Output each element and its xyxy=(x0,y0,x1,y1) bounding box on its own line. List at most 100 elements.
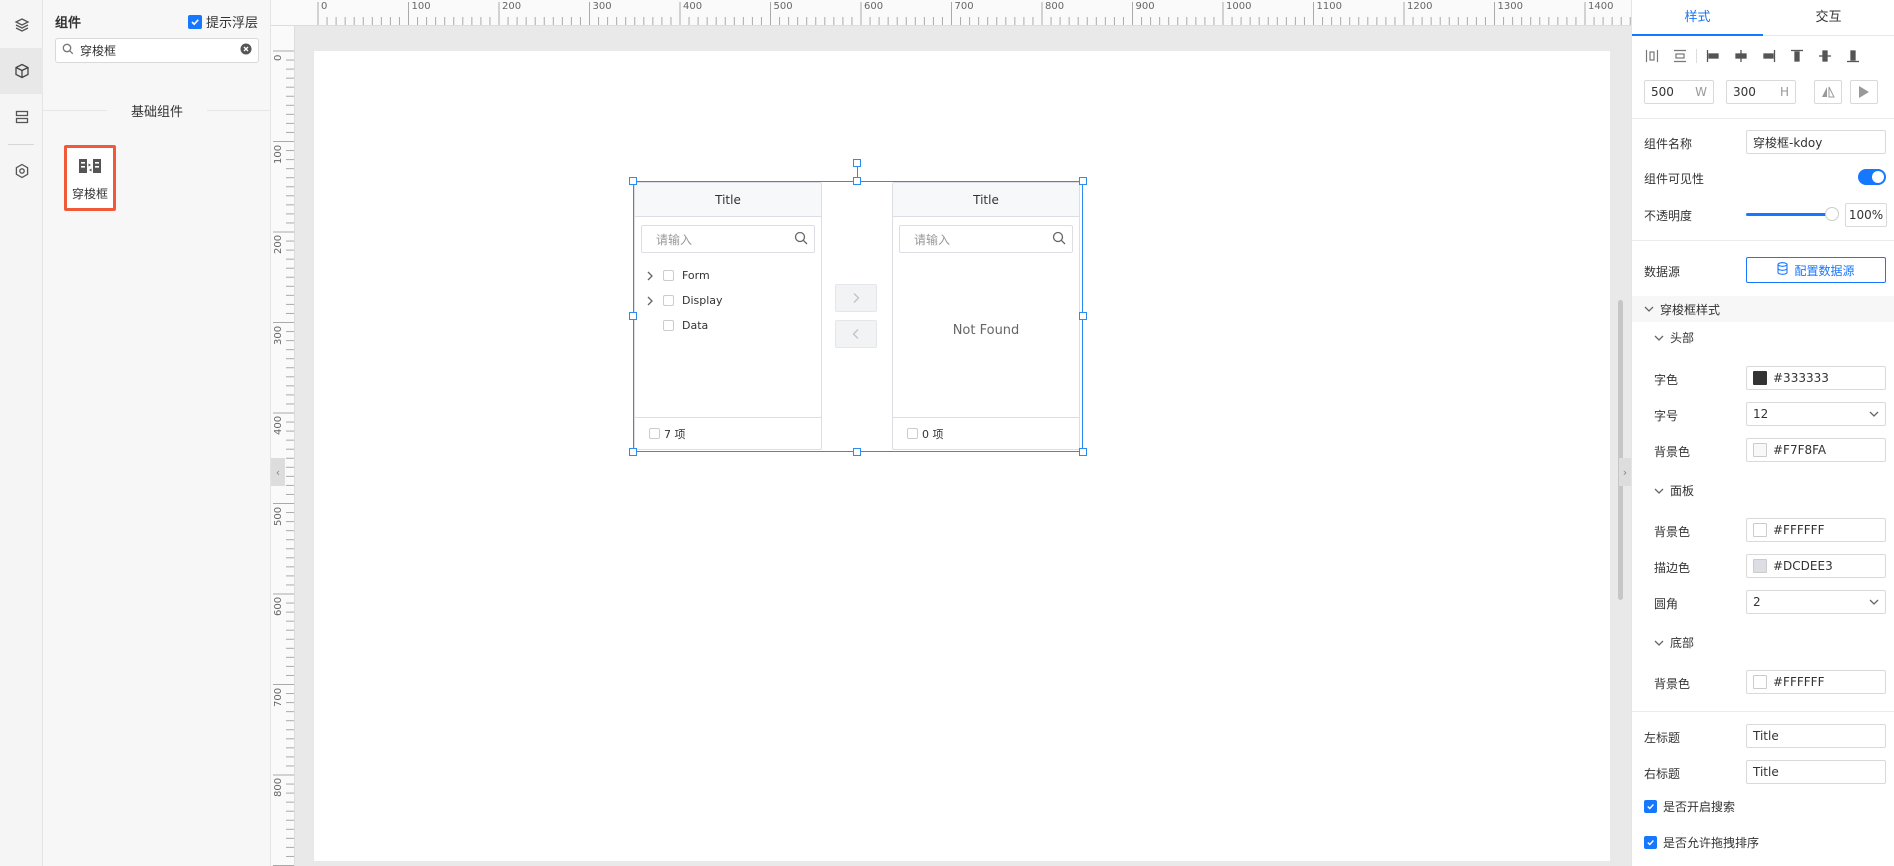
search-enabled-checkbox[interactable] xyxy=(1644,800,1657,813)
clear-icon[interactable] xyxy=(240,43,252,58)
radius-value[interactable]: 2 xyxy=(1753,595,1761,609)
hint-toggle[interactable]: 提示浮层 xyxy=(187,12,258,31)
chevron-down-icon xyxy=(1869,407,1879,421)
size-row: 500 W 300 H xyxy=(1644,80,1884,104)
width-input[interactable]: 500 W xyxy=(1644,80,1714,104)
ruler-label: 600 xyxy=(273,596,284,616)
divider xyxy=(1632,711,1894,712)
hint-checkbox[interactable] xyxy=(187,14,202,29)
section-title: 穿梭框样式 xyxy=(1660,302,1721,317)
resize-handle-se[interactable] xyxy=(1079,448,1087,456)
artboard[interactable] xyxy=(314,51,1610,861)
transfer-component-card[interactable]: 穿梭框 xyxy=(64,145,116,211)
flip-horizontal-icon[interactable] xyxy=(1814,80,1842,104)
align-bottom-icon[interactable] xyxy=(1839,44,1867,68)
properties-panel: 样式 交互 500 W 300 H 组件名称 穿梭框-kdoy 组件可见性 不透… xyxy=(1631,0,1894,866)
ruler-label: 700 xyxy=(273,687,284,707)
visibility-toggle[interactable] xyxy=(1858,169,1886,185)
search-value[interactable]: 穿梭框 xyxy=(80,42,234,59)
radius-select[interactable]: 2 xyxy=(1746,590,1886,614)
resize-handle-w[interactable] xyxy=(629,312,637,320)
border-color-value[interactable]: #DCDEE3 xyxy=(1773,559,1833,573)
tab-interaction[interactable]: 交互 xyxy=(1763,0,1894,36)
panel-bg-input[interactable]: #FFFFFF xyxy=(1746,518,1886,542)
height-value[interactable]: 300 xyxy=(1733,85,1756,99)
left-title-input[interactable]: Title xyxy=(1746,724,1886,748)
color-swatch[interactable] xyxy=(1753,443,1767,457)
font-color-input[interactable]: #333333 xyxy=(1746,366,1886,390)
panel-group[interactable]: 面板 xyxy=(1654,482,1694,499)
component-name-input[interactable]: 穿梭框-kdoy xyxy=(1746,130,1886,154)
chevron-down-icon xyxy=(1644,306,1654,312)
rail-divider xyxy=(8,144,34,145)
resize-handle-e[interactable] xyxy=(1079,312,1087,320)
color-swatch[interactable] xyxy=(1753,523,1767,537)
left-title-value[interactable]: Title xyxy=(1753,729,1779,743)
name-value[interactable]: 穿梭框-kdoy xyxy=(1753,134,1822,151)
align-left-icon[interactable] xyxy=(1699,44,1727,68)
footer-bg-value[interactable]: #FFFFFF xyxy=(1773,675,1824,689)
opacity-slider-track[interactable] xyxy=(1746,213,1832,216)
font-size-value[interactable]: 12 xyxy=(1753,407,1768,421)
panel-bg-label: 背景色 xyxy=(1654,525,1691,539)
collapse-left-panel-button[interactable]: ‹ xyxy=(271,458,285,486)
ruler-label: 300 xyxy=(592,1,612,12)
component-panel: 组件 提示浮层 穿梭框 基础组件 穿梭框 xyxy=(43,0,271,866)
align-top-icon[interactable] xyxy=(1783,44,1811,68)
right-title-input[interactable]: Title xyxy=(1746,760,1886,784)
rotate-handle[interactable] xyxy=(853,159,861,167)
resize-handle-sw[interactable] xyxy=(629,448,637,456)
header-bg-value[interactable]: #F7F8FA xyxy=(1773,443,1826,457)
footer-bg-input[interactable]: #FFFFFF xyxy=(1746,670,1886,694)
drag-sort-checkbox[interactable] xyxy=(1644,836,1657,849)
configure-datasource-button[interactable]: 配置数据源 xyxy=(1746,257,1886,283)
collapse-right-panel-button[interactable]: › xyxy=(1619,458,1631,486)
search-enabled-option[interactable]: 是否开启搜索 xyxy=(1644,798,1735,815)
width-value[interactable]: 500 xyxy=(1651,85,1674,99)
align-center-vertical-icon[interactable] xyxy=(1811,44,1839,68)
color-swatch[interactable] xyxy=(1753,559,1767,573)
panel-group-label: 面板 xyxy=(1670,484,1695,498)
ruler-label: 100 xyxy=(273,144,284,164)
component-search-input[interactable]: 穿梭框 xyxy=(55,38,259,63)
footer-group[interactable]: 底部 xyxy=(1654,634,1694,651)
header-bg-input[interactable]: #F7F8FA xyxy=(1746,438,1886,462)
height-input[interactable]: 300 H xyxy=(1726,80,1796,104)
vertical-ruler: 0 100 200 300 400 500 600 700 800 xyxy=(271,26,295,866)
resize-handle-ne[interactable] xyxy=(1079,177,1087,185)
font-size-select[interactable]: 12 xyxy=(1746,402,1886,426)
settings-gear-icon[interactable] xyxy=(0,148,43,194)
color-swatch[interactable] xyxy=(1753,675,1767,689)
opacity-slider-handle[interactable] xyxy=(1825,207,1839,221)
border-color-input[interactable]: #DCDEE3 xyxy=(1746,554,1886,578)
layers-icon[interactable] xyxy=(0,2,43,48)
search-icon xyxy=(62,43,74,58)
properties-tabs: 样式 交互 xyxy=(1632,0,1894,36)
left-title-label: 左标题 xyxy=(1644,731,1681,745)
ruler-label: 500 xyxy=(273,506,284,526)
flip-vertical-icon[interactable] xyxy=(1850,80,1878,104)
transfer-style-section[interactable]: 穿梭框样式 xyxy=(1632,296,1894,322)
right-title-value[interactable]: Title xyxy=(1753,765,1779,779)
distribute-horizontal-icon[interactable] xyxy=(1638,44,1666,68)
panel-bg-value[interactable]: #FFFFFF xyxy=(1773,523,1824,537)
color-swatch[interactable] xyxy=(1753,371,1767,385)
header-bg-label: 背景色 xyxy=(1654,445,1691,459)
tab-style[interactable]: 样式 xyxy=(1632,0,1763,36)
align-center-horizontal-icon[interactable] xyxy=(1727,44,1755,68)
resize-handle-n[interactable] xyxy=(853,177,861,185)
outline-icon[interactable] xyxy=(0,94,43,140)
distribute-vertical-icon[interactable] xyxy=(1666,44,1694,68)
opacity-input[interactable]: 100% xyxy=(1845,203,1887,227)
drag-sort-option[interactable]: 是否允许拖拽排序 xyxy=(1644,834,1759,851)
vertical-scrollbar[interactable] xyxy=(1618,300,1623,600)
component-cube-icon[interactable] xyxy=(0,48,43,94)
transfer-component[interactable]: Title 请输入 Form Display Data 7 项 Title 请输… xyxy=(629,159,1087,456)
resize-handle-s[interactable] xyxy=(853,448,861,456)
font-color-value[interactable]: #333333 xyxy=(1773,371,1829,385)
chevron-down-icon xyxy=(1654,488,1664,494)
align-right-icon[interactable] xyxy=(1755,44,1783,68)
category-label: 基础组件 xyxy=(107,101,207,120)
resize-handle-nw[interactable] xyxy=(629,177,637,185)
header-group[interactable]: 头部 xyxy=(1654,329,1694,346)
